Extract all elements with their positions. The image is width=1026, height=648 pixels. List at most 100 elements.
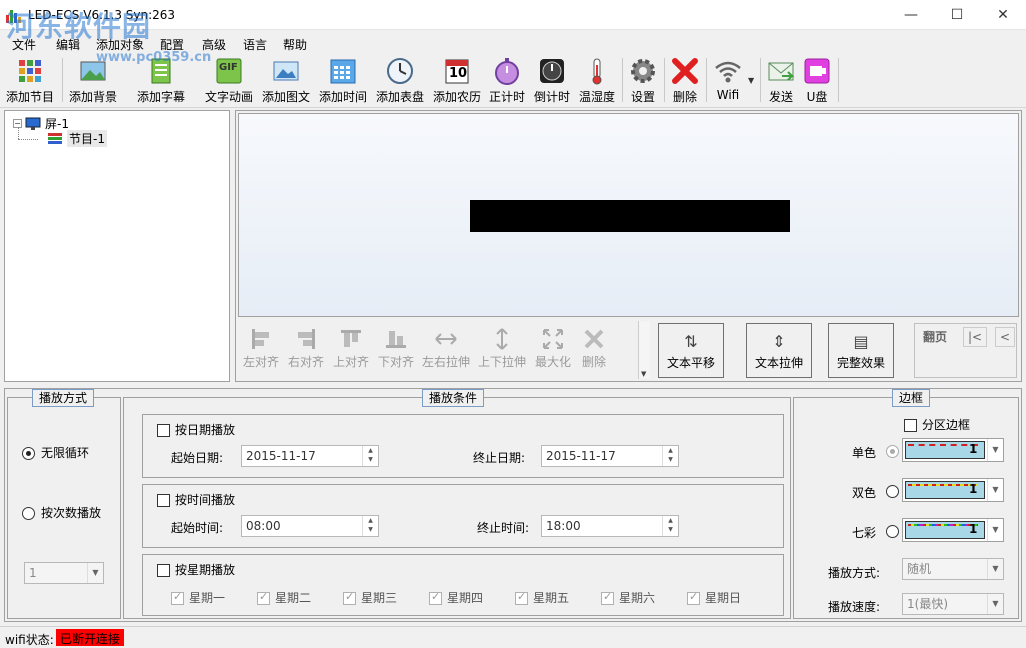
seven-color-radio[interactable] bbox=[886, 525, 899, 538]
single-border-select[interactable]: 1 ▼ bbox=[902, 438, 1004, 462]
weekday-monday[interactable]: 星期一 bbox=[171, 589, 225, 606]
add-time-button[interactable]: 添加时间 bbox=[316, 56, 370, 106]
chevron-down-icon: ▼ bbox=[987, 594, 1003, 614]
align-toolbar-scrollbar[interactable]: ▼ bbox=[638, 321, 650, 379]
wifi-label: Wifi bbox=[716, 88, 740, 102]
menu-config[interactable]: 配置 bbox=[160, 36, 184, 53]
add-background-button[interactable]: 添加背景 bbox=[66, 56, 120, 106]
start-time-input[interactable]: 08:00 ▲ ▼ bbox=[241, 515, 379, 537]
minimize-button[interactable]: — bbox=[888, 0, 934, 30]
thermometer-icon bbox=[582, 56, 612, 86]
menu-edit[interactable]: 编辑 bbox=[56, 36, 80, 53]
weekday-friday[interactable]: 星期五 bbox=[515, 589, 569, 606]
by-count-label: 按次数播放 bbox=[41, 506, 102, 520]
by-count-radio[interactable]: 按次数播放 bbox=[22, 504, 101, 521]
weekday-checkbox-indicator bbox=[687, 590, 700, 605]
spin-arrows-icon[interactable]: ▲ ▼ bbox=[362, 446, 378, 466]
chevron-down-icon: ▼ bbox=[987, 519, 1003, 541]
close-button[interactable]: ✕ bbox=[980, 0, 1026, 30]
end-time-input[interactable]: 18:00 ▲ ▼ bbox=[541, 515, 679, 537]
countdown-button[interactable]: 倒计时 bbox=[532, 56, 572, 106]
align-right-button[interactable]: 右对齐 bbox=[286, 327, 326, 370]
add-calendar-button[interactable]: 10 添加农历 bbox=[430, 56, 484, 106]
weekday-thursday[interactable]: 星期四 bbox=[429, 589, 483, 606]
double-border-select[interactable]: 1 ▼ bbox=[902, 478, 1004, 502]
align-top-button[interactable]: 上对齐 bbox=[331, 327, 371, 370]
align-bottom-button[interactable]: 下对齐 bbox=[376, 327, 416, 370]
page-label: 翻页 bbox=[923, 330, 948, 344]
menu-file[interactable]: 文件 bbox=[12, 36, 36, 53]
border-play-mode-select[interactable]: 随机 ▼ bbox=[902, 558, 1004, 580]
tree-line bbox=[18, 139, 38, 140]
send-button[interactable]: 发送 bbox=[764, 56, 798, 106]
delete-object-button[interactable]: 删除 bbox=[576, 327, 612, 370]
by-time-checkbox[interactable]: 按时间播放 bbox=[157, 491, 235, 508]
tree-node-program[interactable]: 节目-1 bbox=[47, 130, 107, 147]
spin-arrows-icon[interactable]: ▲ ▼ bbox=[662, 446, 678, 466]
infinite-loop-radio[interactable]: 无限循环 bbox=[22, 444, 89, 461]
text-stretch-button[interactable]: ⇕ 文本拉伸 bbox=[746, 323, 812, 378]
envelope-icon bbox=[766, 56, 796, 86]
by-date-checkbox[interactable]: 按日期播放 bbox=[157, 421, 235, 438]
double-color-radio[interactable] bbox=[886, 485, 899, 498]
end-date-input[interactable]: 2015-11-17 ▲ ▼ bbox=[541, 445, 679, 467]
infinite-loop-radio-indicator bbox=[22, 447, 35, 460]
preview-canvas[interactable] bbox=[238, 113, 1019, 317]
seven-border-select[interactable]: 1 ▼ bbox=[902, 518, 1004, 542]
toolbar-separator bbox=[664, 58, 665, 102]
by-time-checkbox-indicator bbox=[157, 494, 170, 507]
single-border-value: 1 bbox=[969, 442, 978, 456]
spin-arrows-icon[interactable]: ▲ ▼ bbox=[362, 516, 378, 536]
by-week-checkbox[interactable]: 按星期播放 bbox=[157, 561, 235, 578]
weekday-wednesday[interactable]: 星期三 bbox=[343, 589, 397, 606]
menu-help[interactable]: 帮助 bbox=[283, 36, 307, 53]
text-pan-button[interactable]: ⇅ 文本平移 bbox=[658, 323, 724, 378]
scroll-down-icon[interactable]: ▼ bbox=[641, 370, 646, 378]
seven-border-value: 1 bbox=[969, 522, 978, 536]
weekday-tuesday[interactable]: 星期二 bbox=[257, 589, 311, 606]
align-left-button[interactable]: 左对齐 bbox=[241, 327, 281, 370]
weekday-label: 星期三 bbox=[361, 591, 398, 605]
wifi-button[interactable]: Wifi bbox=[710, 56, 746, 106]
full-effect-button[interactable]: ▤ 完整效果 bbox=[828, 323, 894, 378]
add-program-button[interactable]: 添加节目 bbox=[4, 56, 56, 106]
weekday-saturday[interactable]: 星期六 bbox=[601, 589, 655, 606]
vstretch-button[interactable]: 上下拉伸 bbox=[476, 327, 528, 370]
single-color-radio[interactable] bbox=[886, 445, 899, 458]
menu-advanced[interactable]: 高级 bbox=[202, 36, 226, 53]
wifi-dropdown-arrow-icon[interactable]: ▼ bbox=[748, 76, 754, 85]
delete-button[interactable]: 删除 bbox=[668, 56, 702, 106]
play-count-select[interactable]: 1 ▼ bbox=[24, 562, 104, 584]
weekday-label: 星期六 bbox=[619, 591, 656, 605]
add-subtitle-button[interactable]: 添加字幕 bbox=[134, 56, 188, 106]
text-animation-button[interactable]: GIF 文字动画 bbox=[202, 56, 256, 106]
hstretch-button[interactable]: 左右拉伸 bbox=[420, 327, 472, 370]
status-bar: wifi状态: 已断开连接 bbox=[0, 626, 1026, 648]
send-label: 发送 bbox=[768, 90, 793, 104]
udisk-button[interactable]: U盘 bbox=[800, 56, 834, 106]
led-screen-area[interactable] bbox=[470, 200, 790, 232]
add-clock-button[interactable]: 添加表盘 bbox=[373, 56, 427, 106]
border-speed-select[interactable]: 1(最快) ▼ bbox=[902, 593, 1004, 615]
toolbar-separator bbox=[622, 58, 623, 102]
window-title: LED-ECS V6.1.3 Syn:263 bbox=[28, 8, 176, 22]
start-date-input[interactable]: 2015-11-17 ▲ ▼ bbox=[241, 445, 379, 467]
gif-icon: GIF bbox=[214, 56, 244, 86]
date-condition-box: 按日期播放 起始日期: 2015-11-17 ▲ ▼ 终止日期: 2015-11-… bbox=[142, 414, 784, 478]
zone-border-checkbox[interactable]: 分区边框 bbox=[904, 416, 970, 433]
settings-button[interactable]: 设置 bbox=[626, 56, 660, 106]
preview-panel: 左对齐 右对齐 上对齐 下对齐 左右拉伸 上下拉伸 最大化 删除 ▼ ⇅ 文本平… bbox=[235, 110, 1022, 382]
maximize-object-button[interactable]: 最大化 bbox=[532, 327, 574, 370]
prev-page-button[interactable]: < bbox=[995, 327, 1015, 347]
temperature-button[interactable]: 温湿度 bbox=[577, 56, 617, 106]
start-date-label: 起始日期: bbox=[171, 451, 224, 465]
countup-button[interactable]: 正计时 bbox=[487, 56, 527, 106]
add-picture-button[interactable]: 添加图文 bbox=[259, 56, 313, 106]
maximize-button[interactable]: ☐ bbox=[934, 0, 980, 30]
menu-language[interactable]: 语言 bbox=[243, 36, 267, 53]
spin-arrows-icon[interactable]: ▲ ▼ bbox=[662, 516, 678, 536]
weekday-sunday[interactable]: 星期日 bbox=[687, 589, 741, 606]
first-page-button[interactable]: |< bbox=[963, 327, 987, 347]
menu-add-object[interactable]: 添加对象 bbox=[96, 36, 144, 53]
border-play-mode-value: 随机 bbox=[907, 562, 932, 576]
